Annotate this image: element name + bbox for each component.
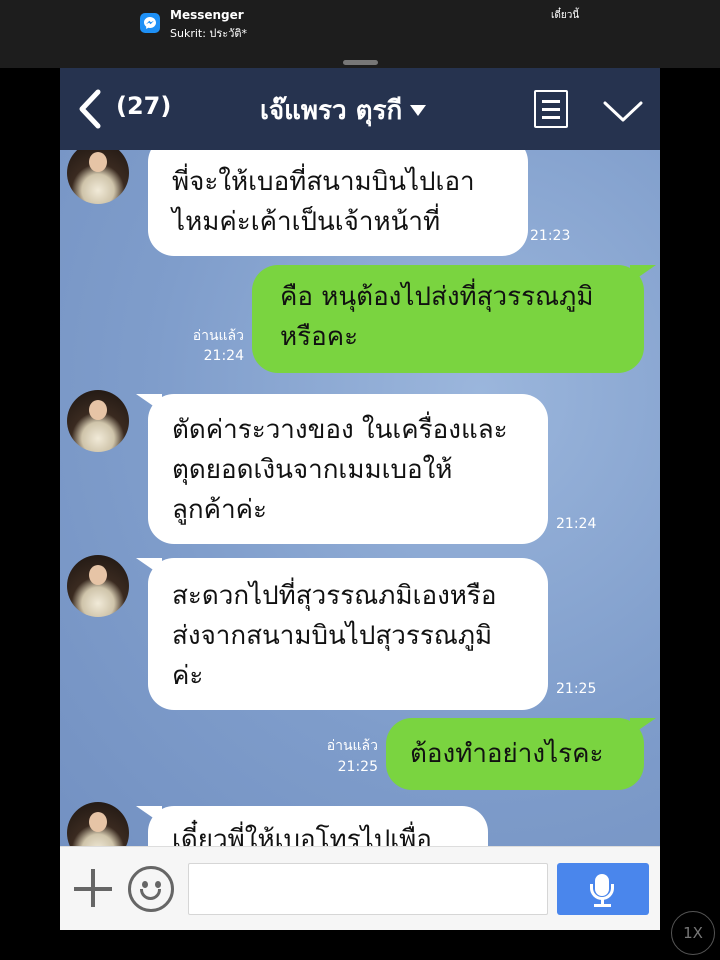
notes-icon[interactable] (534, 90, 568, 128)
contact-avatar[interactable] (67, 150, 129, 204)
message-time: 21:24 (556, 516, 597, 532)
contact-avatar[interactable] (67, 802, 129, 846)
microphone-icon[interactable] (557, 863, 649, 915)
message-line: คือ หนุต้องไปส่งที่สุวรรณภูมิ (280, 282, 594, 312)
message-bubble-outgoing[interactable]: คือ หนุต้องไปส่งที่สุวรรณภูมิ หรือคะ (252, 265, 644, 373)
message-line: ตุดยอดเงินจากเมมเบอให้ (172, 455, 453, 485)
message-line: ต้องทำอย่างไรคะ (410, 739, 604, 769)
chat-screen: (27) เจ๊แพรว ตุรกี พี่จะให้เบอที่สนามบิน… (60, 68, 660, 930)
contact-avatar[interactable] (67, 555, 129, 617)
message-line: ไหมค่ะเค้าเป็นเจ้าหน้าที่ (172, 207, 441, 237)
playback-speed-button[interactable]: 1X (671, 911, 715, 955)
message-line: ตัดค่าระวางของ ในเครื่องและ (172, 415, 508, 445)
message-list[interactable]: พี่จะให้เบอที่สนามบินไปเอา ไหมค่ะเค้าเป็… (60, 150, 660, 846)
contact-avatar[interactable] (67, 390, 129, 452)
message-time: 21:25 (337, 759, 378, 775)
notification-banner[interactable]: Messenger Sukrit: ประวัติ* เดี๋ยวนี้ (0, 0, 720, 68)
read-receipt: อ่านแล้ว (192, 328, 244, 344)
chat-header: (27) เจ๊แพรว ตุรกี (60, 68, 660, 150)
message-time: 21:23 (530, 228, 571, 244)
message-line: ค่ะ (172, 661, 204, 691)
notification-message: Sukrit: ประวัติ* (170, 27, 248, 40)
emoji-icon[interactable] (128, 866, 174, 912)
message-bubble-incoming[interactable]: เดี๋ยวพี่ให้เบอโทรไปเพื่อ (148, 806, 488, 846)
messenger-icon (140, 13, 160, 33)
message-line: สะดวกไปที่สุวรรณภมิเองหรือ (172, 581, 497, 611)
input-bar (60, 846, 660, 930)
message-line: ลูกค้าค่ะ (172, 495, 268, 525)
banner-grabber[interactable] (343, 60, 378, 65)
plus-icon[interactable] (74, 869, 114, 909)
notification-app-name: Messenger (170, 8, 244, 22)
chat-title[interactable]: เจ๊แพรว ตุรกี (260, 90, 427, 131)
dropdown-caret-icon (410, 105, 427, 116)
read-receipt: อ่านแล้ว (326, 738, 378, 754)
message-time: 21:25 (556, 681, 597, 697)
message-bubble-incoming[interactable]: ตัดค่าระวางของ ในเครื่องและ ตุดยอดเงินจา… (148, 394, 548, 544)
notification-time: เดี๋ยวนี้ (551, 10, 580, 21)
unread-count[interactable]: (27) (116, 92, 171, 120)
message-line: หรือคะ (280, 322, 359, 352)
message-bubble-incoming[interactable]: สะดวกไปที่สุวรรณภมิเองหรือ ส่งจากสนามบิน… (148, 558, 548, 710)
message-time: 21:24 (203, 348, 244, 364)
message-line: เดี๋ยวพี่ให้เบอโทรไปเพื่อ (172, 825, 432, 846)
message-line: พี่จะให้เบอที่สนามบินไปเอา (172, 167, 475, 197)
message-bubble-incoming[interactable]: พี่จะให้เบอที่สนามบินไปเอา ไหมค่ะเค้าเป็… (148, 150, 528, 256)
collapse-chevron-icon[interactable] (603, 100, 643, 124)
message-input[interactable] (188, 863, 548, 915)
message-bubble-outgoing[interactable]: ต้องทำอย่างไรคะ (386, 718, 644, 790)
chat-title-text: เจ๊แพรว ตุรกี (260, 96, 403, 126)
back-chevron-icon[interactable] (74, 88, 108, 130)
message-line: ส่งจากสนามบินไปสุวรรณภูมิ (172, 621, 493, 651)
